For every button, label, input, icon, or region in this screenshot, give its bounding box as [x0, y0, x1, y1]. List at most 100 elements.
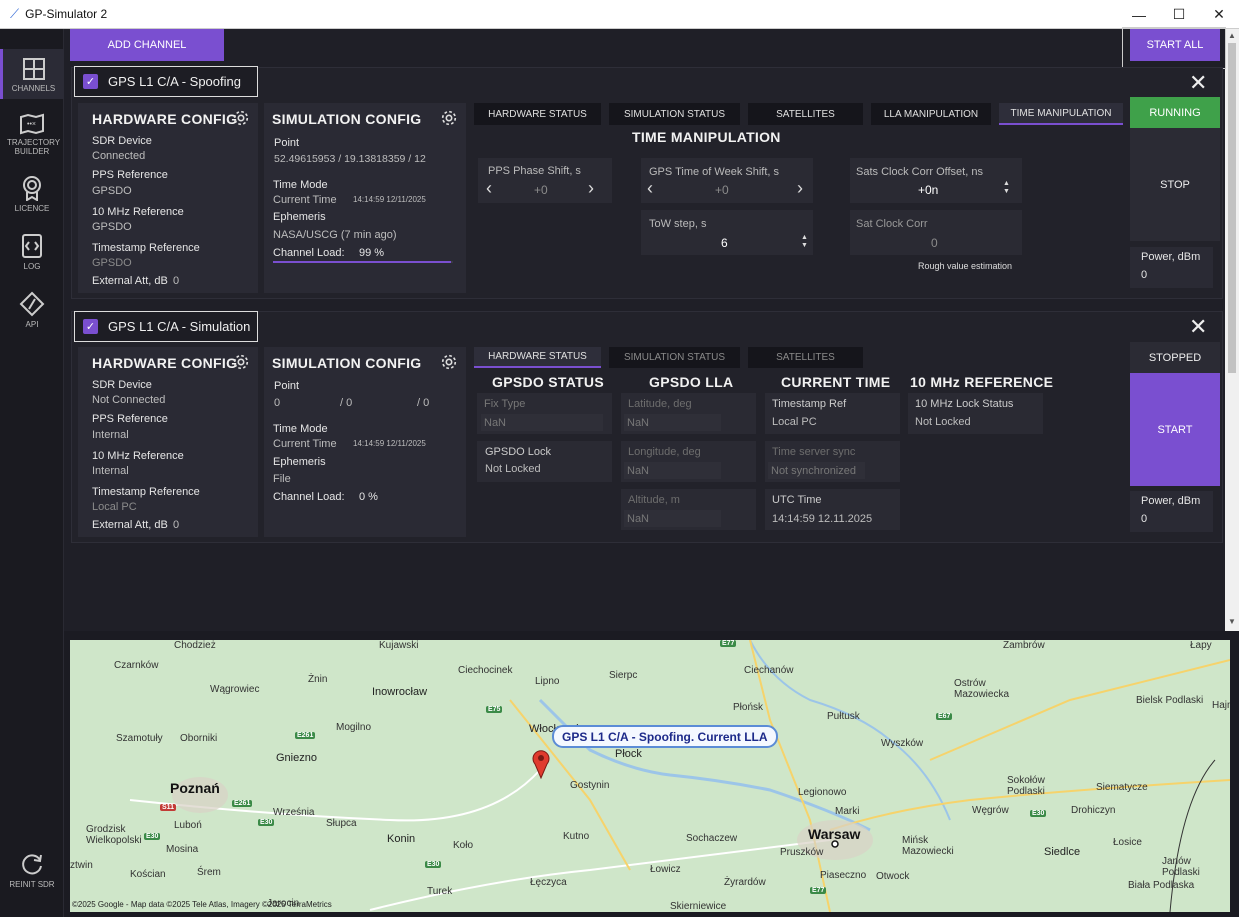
road-shield: E67	[936, 713, 953, 720]
map-attribution: ©2025 Google - Map data ©2025 Tele Atlas…	[72, 900, 332, 909]
gear-icon[interactable]	[232, 353, 250, 371]
gpsdo-lock-field: GPSDO Lock Not Locked	[477, 441, 612, 482]
api-icon	[19, 291, 45, 317]
place-label: Poznań	[170, 780, 220, 796]
minimize-button[interactable]: —	[1119, 0, 1159, 29]
stop-button[interactable]: STOP	[1130, 128, 1220, 241]
chevron-left-icon[interactable]: ‹	[486, 178, 492, 199]
chevron-left-icon[interactable]: ‹	[647, 178, 653, 199]
power-field: Power, dBm 0	[1130, 247, 1213, 288]
place-label: Kujawski	[379, 640, 419, 651]
sidebar-item-log[interactable]: LOG	[0, 233, 64, 271]
sidebar-item-reinit-sdr[interactable]: REINIT SDR	[0, 851, 64, 889]
place-label: Wyszków	[881, 738, 924, 749]
tow-shift-value[interactable]: +0	[715, 183, 729, 197]
main-scrollbar[interactable]: ▲ ▼	[1225, 29, 1239, 631]
pps-reference-value: GPSDO	[92, 185, 132, 197]
sidebar-label-trajectory: TRAJECTORY BUILDER	[7, 138, 61, 156]
place-label: Piaseczno	[820, 870, 867, 881]
place-label: Kościan	[130, 869, 166, 880]
place-label: Turek	[427, 886, 453, 897]
sidebar-item-licence[interactable]: LICENCE	[0, 175, 64, 213]
scroll-up-icon[interactable]: ▲	[1225, 31, 1239, 40]
road-shield: E30	[1030, 810, 1047, 817]
sidebar-label-licence: LICENCE	[14, 204, 50, 213]
place-label: Siematycze	[1096, 782, 1148, 793]
road-shield: E75	[486, 706, 503, 713]
place-label: Płock	[615, 748, 642, 760]
power-value[interactable]: 0	[1141, 513, 1147, 525]
map-view[interactable]: Chodzież Kujawski Zambrów Łapy Czarnków …	[70, 640, 1230, 912]
gear-icon[interactable]	[440, 109, 458, 127]
chevron-right-icon[interactable]: ›	[588, 178, 594, 199]
tab-satellites[interactable]: SATELLITES	[748, 347, 863, 368]
spinner-icon[interactable]: ▲ ▼	[1003, 180, 1010, 196]
spinner-icon[interactable]: ▲ ▼	[801, 234, 808, 250]
place-label: Żnin	[308, 674, 328, 685]
map-pin-icon[interactable]	[531, 748, 551, 780]
gear-icon[interactable]	[440, 353, 458, 371]
tow-step-value[interactable]: 6	[721, 236, 728, 250]
power-label: Power, dBm	[1141, 251, 1201, 263]
start-button[interactable]: START	[1130, 373, 1220, 486]
close-channel-icon[interactable]: ✕	[1189, 72, 1207, 94]
tab-simulation-status[interactable]: SIMULATION STATUS	[609, 347, 740, 368]
latitude-label: Latitude, deg	[628, 398, 692, 410]
channel-load-label: Channel Load:	[273, 491, 345, 503]
sdr-device-value: Not Connected	[92, 394, 166, 406]
channel-load-value: 0 %	[359, 491, 378, 503]
tab-simulation-status[interactable]: SIMULATION STATUS	[609, 103, 740, 125]
power-value[interactable]: 0	[1141, 269, 1147, 281]
channel-enable-checkbox[interactable]: ✓	[83, 74, 98, 89]
place-label: Mińsk Mazowiecki	[902, 835, 954, 857]
close-window-button[interactable]: ✕	[1199, 0, 1239, 29]
sidebar-label-reinit-sdr: REINIT SDR	[9, 880, 55, 889]
place-label: Skierniewice	[670, 901, 727, 912]
external-att-label: External Att, dB	[92, 275, 168, 287]
place-label: Szamotuły	[116, 733, 163, 744]
place-label: Legionowo	[798, 787, 847, 798]
sidebar-item-channels[interactable]: CHANNELS	[0, 49, 64, 99]
close-channel-icon[interactable]: ✕	[1189, 316, 1207, 338]
scroll-down-icon[interactable]: ▼	[1225, 617, 1239, 626]
tab-hardware-status[interactable]: HARDWARE STATUS	[474, 103, 601, 125]
ephemeris-label: Ephemeris	[273, 211, 326, 223]
channel-enable-checkbox[interactable]: ✓	[83, 319, 98, 334]
tab-time-manipulation[interactable]: TIME MANIPULATION	[999, 103, 1123, 125]
10mhz-reference-label: 10 MHz Reference	[92, 206, 184, 218]
maximize-button[interactable]: ☐	[1159, 0, 1199, 29]
place-label: Ciechocinek	[458, 665, 513, 676]
place-label: Czarnków	[114, 660, 159, 671]
tab-hardware-status[interactable]: HARDWARE STATUS	[474, 347, 601, 368]
10mhz-reference-title: 10 MHz REFERENCE	[910, 374, 1054, 390]
gear-icon[interactable]	[232, 109, 250, 127]
sidebar-item-api[interactable]: API	[0, 291, 64, 329]
place-label: Chodzież	[174, 640, 216, 651]
point-label: Point	[274, 380, 300, 392]
sidebar-item-trajectory[interactable]: ••× TRAJECTORY BUILDER	[0, 113, 64, 156]
timestamp-ref-field: Timestamp Ref Local PC	[765, 393, 900, 434]
place-label: Inowrocław	[372, 686, 428, 698]
place-label: Drohiczyn	[1071, 805, 1116, 816]
start-all-button[interactable]: START ALL	[1130, 29, 1220, 61]
licence-icon	[23, 176, 41, 201]
map-callout[interactable]: GPS L1 C/A - Spoofing. Current LLA	[552, 725, 778, 748]
power-label: Power, dBm	[1141, 495, 1201, 507]
place-label: Otwock	[876, 871, 910, 882]
pps-phase-shift-value[interactable]: +0	[534, 183, 548, 197]
longitude-value: NaN	[624, 462, 721, 479]
chevron-right-icon[interactable]: ›	[797, 178, 803, 199]
scroll-thumb[interactable]	[1228, 43, 1236, 373]
place-label: Mogilno	[336, 722, 372, 733]
tab-satellites[interactable]: SATELLITES	[748, 103, 863, 125]
tab-lla-manipulation[interactable]: LLA MANIPULATION	[871, 103, 991, 125]
fix-type-field: Fix Type NaN	[477, 393, 612, 434]
place-label: Łowicz	[650, 864, 681, 875]
clock-corr-offset-value[interactable]: +0n	[918, 183, 938, 197]
10mhz-lock-label: 10 MHz Lock Status	[915, 398, 1014, 410]
gpsdo-status-title: GPSDO STATUS	[492, 374, 604, 390]
add-channel-button[interactable]: ADD CHANNEL	[70, 29, 224, 61]
pps-reference-label: PPS Reference	[92, 413, 168, 425]
window-titlebar: ⟋ GP-Simulator 2 — ☐ ✕	[0, 0, 1239, 29]
10mhz-reference-label: 10 MHz Reference	[92, 450, 184, 462]
